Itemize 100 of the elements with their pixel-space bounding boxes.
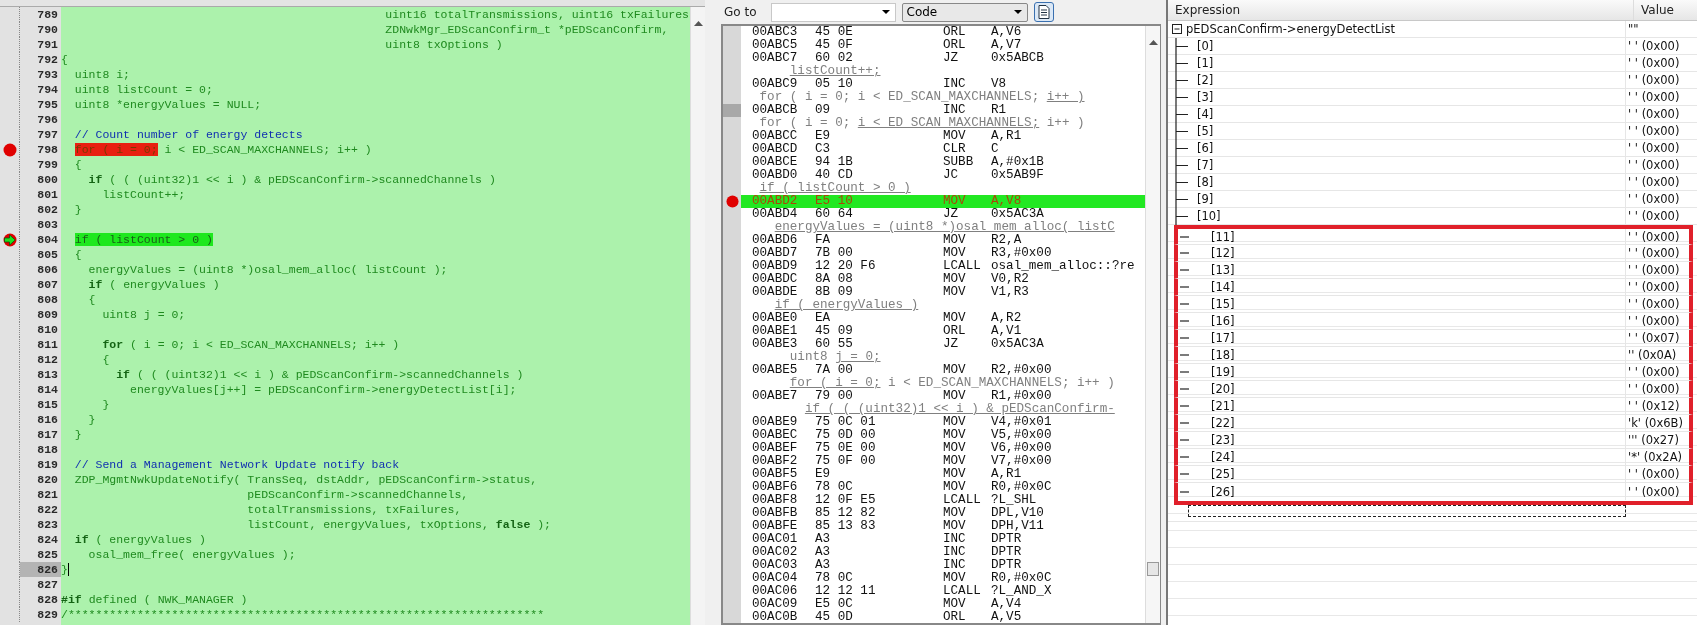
view-dropdown[interactable]: Code (901, 2, 1028, 22)
expression-text[interactable]: [19] (1211, 365, 1235, 379)
opcode-bytes: E5 0C (815, 598, 854, 611)
tree-branch-icon (1175, 139, 1188, 157)
line-number: 811 (36, 337, 59, 352)
dropdown-caret-icon[interactable] (1013, 10, 1022, 14)
source-line: if ( ( (uint32)1 << i ) & pEDScanConfirm- (803, 403, 1115, 416)
value-text: ' ' (0x00) (1628, 484, 1680, 499)
operand: R0,#0x0C (991, 572, 1053, 585)
expression-text[interactable]: [24] (1211, 450, 1235, 464)
current-statement-icon[interactable] (2, 232, 17, 247)
address-text: 00AC06 (752, 585, 799, 598)
new-expression-slot[interactable] (1188, 505, 1626, 517)
expression-text[interactable]: [4] (1197, 107, 1214, 121)
line-number: 817 (36, 427, 59, 442)
expression-text[interactable]: [11] (1211, 229, 1235, 244)
goto-label: Go to (724, 5, 757, 19)
mnemonic: ORL (943, 26, 967, 39)
expression-text[interactable]: [26] (1211, 484, 1235, 499)
tree-branch-icon (1175, 88, 1188, 106)
line-number: 821 (36, 487, 59, 502)
address-text: 00ABD7 (752, 247, 799, 260)
tree-branch-icon (1175, 37, 1188, 55)
column-header[interactable]: Expression (1168, 0, 1634, 20)
mnemonic: MOV (943, 481, 967, 494)
operand: C (991, 143, 1000, 156)
code-line: } (73, 428, 82, 441)
code-line: listCount, energyValues, txOptions, false ); (246, 518, 552, 531)
tree-branch-icon (1180, 490, 1189, 493)
tree-branch-icon (1175, 190, 1188, 208)
expression-text[interactable]: [5] (1197, 124, 1214, 138)
opcode-bytes: 05 10 (815, 78, 854, 91)
operand: V6,#0x00 (991, 442, 1053, 455)
expression-text[interactable]: [17] (1211, 331, 1235, 345)
expression-text[interactable]: [10] (1197, 209, 1221, 223)
expression-text[interactable]: [20] (1211, 382, 1235, 396)
operand: A,V5 (991, 611, 1023, 623)
scrollbar[interactable] (690, 7, 705, 625)
line-number: 826 (20, 562, 61, 577)
mnemonic: MOV (943, 130, 967, 143)
expression-text[interactable]: [14] (1211, 280, 1235, 294)
expression-text[interactable]: [25] (1211, 467, 1235, 481)
text-cursor (67, 563, 69, 576)
value-text: ' ' (0x00) (1628, 56, 1680, 70)
expression-text[interactable]: [1] (1197, 56, 1214, 70)
expression-text[interactable]: [0] (1197, 39, 1214, 53)
expression-text[interactable]: [16] (1211, 314, 1235, 328)
expression-text[interactable]: [3] (1197, 90, 1214, 104)
value-text: ' ' (0x00) (1628, 263, 1680, 277)
value-text: ' ' (0x00) (1628, 209, 1680, 223)
address-text: 00ABE1 (752, 325, 799, 338)
expression-text[interactable]: [18] (1211, 348, 1235, 362)
value-text: 'k' (0x6B) (1628, 416, 1683, 430)
scroll-thumb[interactable] (1147, 562, 1159, 576)
goto-field[interactable] (770, 2, 896, 22)
address-text: 00AC09 (752, 598, 799, 611)
line-number: 827 (36, 577, 59, 592)
expression-text[interactable]: [8] (1197, 175, 1214, 189)
expression-text[interactable]: [12] (1211, 246, 1235, 260)
expression-text[interactable]: [2] (1197, 73, 1214, 87)
code-line: uint16 totalTransmissions, uint16 txFailures (384, 8, 689, 21)
scroll-up-icon[interactable] (693, 21, 703, 26)
breakpoint-icon[interactable] (2, 142, 17, 157)
operand: DPTR (991, 559, 1023, 572)
opcode-bytes: E9 (815, 468, 832, 481)
address-text: 00ABC3 (752, 26, 799, 39)
opcode-bytes: 45 0F (815, 39, 854, 52)
collapse-toggle-icon[interactable] (1172, 24, 1182, 34)
expression-text[interactable]: [6] (1197, 141, 1214, 155)
expression-text[interactable]: [22] (1211, 416, 1235, 430)
expression-text[interactable]: pEDScanConfirm->energyDetectList (1186, 22, 1395, 36)
address-text: 00ABF2 (752, 455, 799, 468)
code-line: ZDNwkMgr_EDScanConfirm_t *pEDScanConfirm, (384, 23, 669, 36)
value-text: ' ' (0x00) (1628, 124, 1680, 138)
line-number: 797 (36, 127, 59, 142)
opcode-bytes: 12 12 11 (815, 585, 877, 598)
expression-text[interactable]: [7] (1197, 158, 1214, 172)
address-text: 00ABEF (752, 442, 799, 455)
expression-text[interactable]: [23] (1211, 433, 1235, 447)
opcode-bytes: A3 (815, 533, 832, 546)
scrollbar[interactable] (1145, 26, 1160, 623)
gutter-cell (723, 91, 741, 104)
line-number: 825 (36, 547, 59, 562)
expression-text[interactable]: [9] (1197, 192, 1214, 206)
expression-text[interactable]: [21] (1211, 399, 1235, 413)
code-line: } (87, 413, 96, 426)
dropdown-caret-icon[interactable] (881, 10, 890, 14)
source-line: uint8 j = 0; (788, 351, 881, 364)
line-number: 804 (36, 232, 59, 247)
opcode-bytes: 8A 08 (815, 273, 854, 286)
expression-text[interactable]: [13] (1211, 263, 1235, 277)
opcode-bytes: 60 55 (815, 338, 854, 351)
value-text: ' ' (0x00) (1628, 158, 1680, 172)
expression-text[interactable]: [15] (1211, 297, 1235, 311)
value-text: ' ' (0x00) (1628, 73, 1680, 87)
line-number: 806 (36, 262, 59, 277)
opcode-bytes: 75 0D 00 (815, 429, 877, 442)
column-header[interactable]: Value (1634, 0, 1697, 20)
value-text: ' ' (0x00) (1628, 297, 1680, 311)
scroll-up-icon[interactable] (1148, 40, 1158, 45)
